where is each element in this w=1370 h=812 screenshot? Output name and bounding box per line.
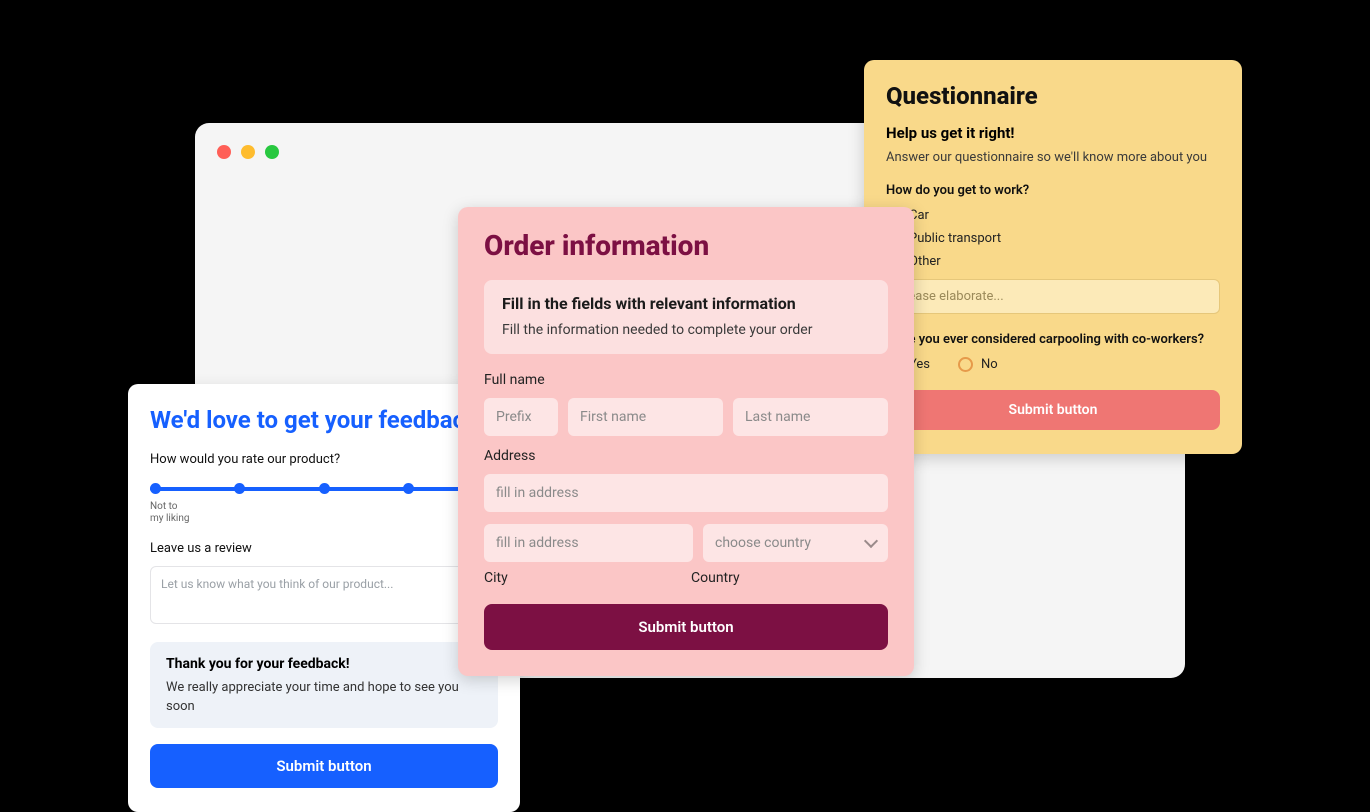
help-title: Help us get it right! — [886, 124, 1220, 142]
q1-options: Car Public transport Other — [886, 208, 1220, 269]
address-label: Address — [484, 448, 888, 464]
close-icon[interactable] — [217, 145, 231, 159]
radio-label: Public transport — [909, 231, 1001, 246]
minimize-icon[interactable] — [241, 145, 255, 159]
order-title: Order information — [484, 229, 888, 262]
traffic-lights — [217, 145, 279, 159]
panel-title: Fill in the fields with relevant informa… — [502, 294, 870, 313]
feedback-title: We'd love to get your feedback — [150, 406, 498, 434]
submit-button[interactable]: Submit button — [150, 744, 498, 788]
slider-dots — [150, 483, 498, 494]
question-2: Have you ever considered carpooling with… — [886, 332, 1220, 347]
slider-min-label: Not to my liking — [150, 501, 498, 525]
question-1: How do you get to work? — [886, 183, 1220, 198]
thanks-panel: Thank you for your feedback! We really a… — [150, 642, 498, 728]
radio-car[interactable]: Car — [886, 208, 1220, 223]
submit-button[interactable]: Submit button — [886, 390, 1220, 430]
submit-button[interactable]: Submit button — [484, 604, 888, 650]
fullname-label: Full name — [484, 372, 888, 388]
fullname-row — [484, 398, 888, 436]
questionnaire-title: Questionnaire — [886, 82, 1220, 110]
country-select-wrap — [703, 524, 888, 562]
rating-slider[interactable] — [150, 483, 498, 493]
radio-public-transport[interactable]: Public transport — [886, 231, 1220, 246]
city-input[interactable] — [484, 524, 693, 562]
slider-dot[interactable] — [150, 483, 161, 494]
help-body: Answer our questionnaire so we'll know m… — [886, 150, 1207, 165]
country-select[interactable] — [703, 524, 888, 562]
q2-options: Yes No — [886, 357, 1220, 372]
address-sublabels: City Country — [484, 570, 888, 586]
maximize-icon[interactable] — [265, 145, 279, 159]
panel-body: Fill the information needed to complete … — [502, 322, 812, 338]
lastname-input[interactable] — [733, 398, 888, 436]
city-label: City — [484, 570, 681, 586]
prefix-input[interactable] — [484, 398, 558, 436]
radio-other[interactable]: Other — [886, 254, 1220, 269]
address-input[interactable] — [484, 474, 888, 512]
firstname-input[interactable] — [568, 398, 723, 436]
thanks-title: Thank you for your feedback! — [166, 656, 482, 672]
thanks-body: We really appreciate your time and hope … — [166, 680, 459, 714]
order-card: Order information Fill in the fields wit… — [458, 207, 914, 676]
rate-question: How would you rate our product? — [150, 452, 498, 467]
questionnaire-intro: Help us get it right! Answer our questio… — [886, 124, 1220, 165]
slider-dot[interactable] — [319, 483, 330, 494]
radio-label: No — [981, 357, 998, 372]
radio-no[interactable]: No — [958, 357, 998, 372]
radio-icon — [958, 357, 973, 372]
review-textarea[interactable] — [150, 566, 498, 624]
slider-dot[interactable] — [234, 483, 245, 494]
order-intro-panel: Fill in the fields with relevant informa… — [484, 280, 888, 354]
review-label: Leave us a review — [150, 541, 498, 556]
elaborate-input[interactable] — [886, 279, 1220, 314]
slider-dot[interactable] — [403, 483, 414, 494]
questionnaire-card: Questionnaire Help us get it right! Answ… — [864, 60, 1242, 454]
country-label: Country — [691, 570, 888, 586]
